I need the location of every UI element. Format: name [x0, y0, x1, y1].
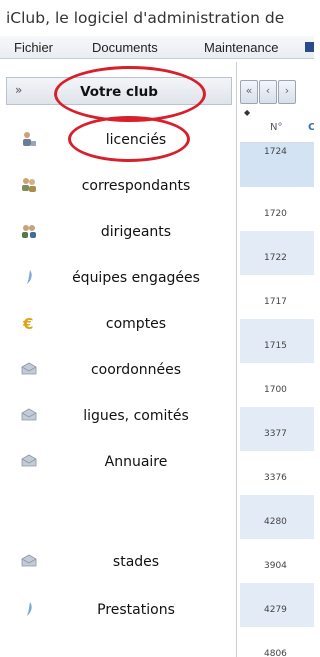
row-number: 3377 [264, 429, 287, 439]
sidebar-item-dirigeants[interactable]: dirigeants [0, 212, 236, 258]
sidebar-item-label: licenciés [105, 132, 167, 148]
table-row[interactable]: 3377 [240, 407, 314, 451]
sidebar-item-label: ligues, comités [83, 408, 189, 424]
first-page-button[interactable]: « [240, 80, 258, 104]
pager: « ‹ › [240, 80, 314, 104]
sidebar-item-label: Prestations [97, 602, 175, 618]
row-number: 4280 [264, 517, 287, 527]
sidebar-item-label: correspondants [81, 178, 191, 194]
window-title-bar: iClub, le logiciel d'administration de [0, 0, 314, 36]
table-row[interactable]: 3904 [240, 539, 314, 583]
sidebar-item-label: équipes engagées [72, 270, 200, 286]
table-row[interactable]: 4806 [240, 627, 314, 657]
sidebar-item-stades[interactable]: stades [0, 542, 236, 588]
sidebar-item-label: coordonnées [90, 362, 182, 378]
data-grid: « ‹ › ◆ N° C 1724 1720 1722 1717 1715 17… [240, 62, 314, 657]
row-number: 4806 [264, 649, 287, 657]
table-row[interactable]: 1717 [240, 275, 314, 319]
table-row[interactable]: 1700 [240, 363, 314, 407]
row-number: 1720 [264, 209, 287, 219]
sidebar: » Votre club licenciés correspondants di… [0, 62, 237, 657]
row-number: 1717 [264, 297, 287, 307]
row-number: 1715 [264, 341, 287, 351]
table-row[interactable]: 3376 [240, 451, 314, 495]
sidebar-item-label: comptes [105, 316, 167, 332]
row-number: 4279 [264, 605, 287, 615]
menu-documents[interactable]: Documents [92, 40, 158, 55]
row-number: 1722 [264, 253, 287, 263]
table-row[interactable]: 1722 [240, 231, 314, 275]
prev-page-button[interactable]: ‹ [259, 80, 277, 104]
sidebar-item-label: stades [112, 554, 160, 570]
next-page-button[interactable]: › [278, 80, 296, 104]
row-number: 1700 [264, 385, 287, 395]
table-row[interactable]: 4280 [240, 495, 314, 539]
menu-overflow-icon[interactable] [305, 42, 314, 52]
row-number: 1724 [264, 147, 287, 157]
menu-bar: Fichier Documents Maintenance [0, 36, 314, 59]
column-header-c[interactable]: C [308, 122, 314, 133]
row-number: 3904 [264, 561, 287, 571]
sidebar-item-equipes-engagees[interactable]: équipes engagées [0, 258, 236, 304]
column-header-numero[interactable]: N° [270, 122, 282, 133]
table-row[interactable]: 1724 [240, 143, 314, 187]
sidebar-header[interactable]: » Votre club [6, 77, 232, 105]
sidebar-item-comptes[interactable]: € comptes [0, 304, 236, 350]
sidebar-item-label: dirigeants [100, 224, 172, 240]
column-marker-icon: ◆ [244, 108, 251, 117]
window-title: iClub, le logiciel d'administration de [6, 9, 285, 27]
sidebar-item-prestations[interactable]: Prestations [0, 590, 236, 636]
grid-header: ◆ N° C [240, 106, 314, 143]
menu-maintenance[interactable]: Maintenance [204, 40, 278, 55]
sidebar-item-coordonnees[interactable]: coordonnées [0, 350, 236, 396]
sidebar-item-licencies[interactable]: licenciés [0, 120, 236, 166]
sidebar-item-label: Annuaire [104, 454, 168, 470]
row-number: 3376 [264, 473, 287, 483]
table-row[interactable]: 4279 [240, 583, 314, 627]
sidebar-title: Votre club [80, 84, 158, 100]
table-row[interactable]: 1715 [240, 319, 314, 363]
menu-fichier[interactable]: Fichier [14, 40, 53, 55]
table-row[interactable]: 1720 [240, 187, 314, 231]
sidebar-item-ligues-comites[interactable]: ligues, comités [0, 396, 236, 442]
sidebar-item-annuaire[interactable]: Annuaire [0, 442, 236, 488]
svg-text:€: € [22, 315, 33, 331]
sidebar-item-correspondants[interactable]: correspondants [0, 166, 236, 212]
